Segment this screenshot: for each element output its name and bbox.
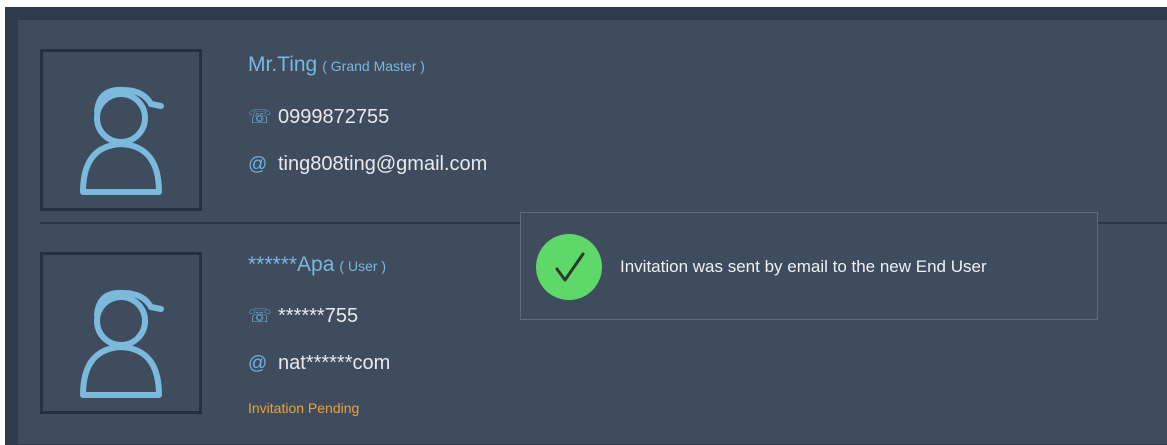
avatar: [40, 49, 202, 211]
check-circle-icon: [536, 234, 602, 300]
contact-email: @ nat******com: [248, 352, 390, 375]
contact-phone: ☏ ******755: [248, 305, 358, 328]
contact-role: ( Grand Master ): [322, 58, 425, 74]
phone-value: ******755: [278, 305, 359, 327]
contact-name: ******Apa( User ): [248, 253, 387, 276]
at-sign-icon: @: [248, 352, 268, 374]
user-avatar-icon: [80, 86, 164, 195]
contact-role: ( User ): [339, 258, 387, 274]
email-value: nat******com: [278, 352, 391, 374]
success-toast[interactable]: Invitation was sent by email to the new …: [520, 212, 1098, 320]
user-avatar-icon: [80, 289, 164, 398]
status-badge: Invitation Pending: [248, 400, 360, 416]
phone-value: 0999872755: [278, 106, 390, 128]
contact-card[interactable]: Mr.Ting( Grand Master ) ☏ 0999872755 @ t…: [18, 20, 1167, 222]
contact-name: Mr.Ting( Grand Master ): [248, 53, 425, 76]
email-value: ting808ting@gmail.com: [278, 153, 488, 175]
phone-icon: ☏: [248, 107, 272, 128]
contact-phone: ☏ 0999872755: [248, 106, 389, 129]
avatar: [40, 252, 202, 414]
toast-message: Invitation was sent by email to the new …: [620, 257, 987, 276]
at-sign-icon: @: [248, 153, 268, 175]
phone-icon: ☏: [248, 306, 272, 327]
contact-email: @ ting808ting@gmail.com: [248, 153, 487, 176]
